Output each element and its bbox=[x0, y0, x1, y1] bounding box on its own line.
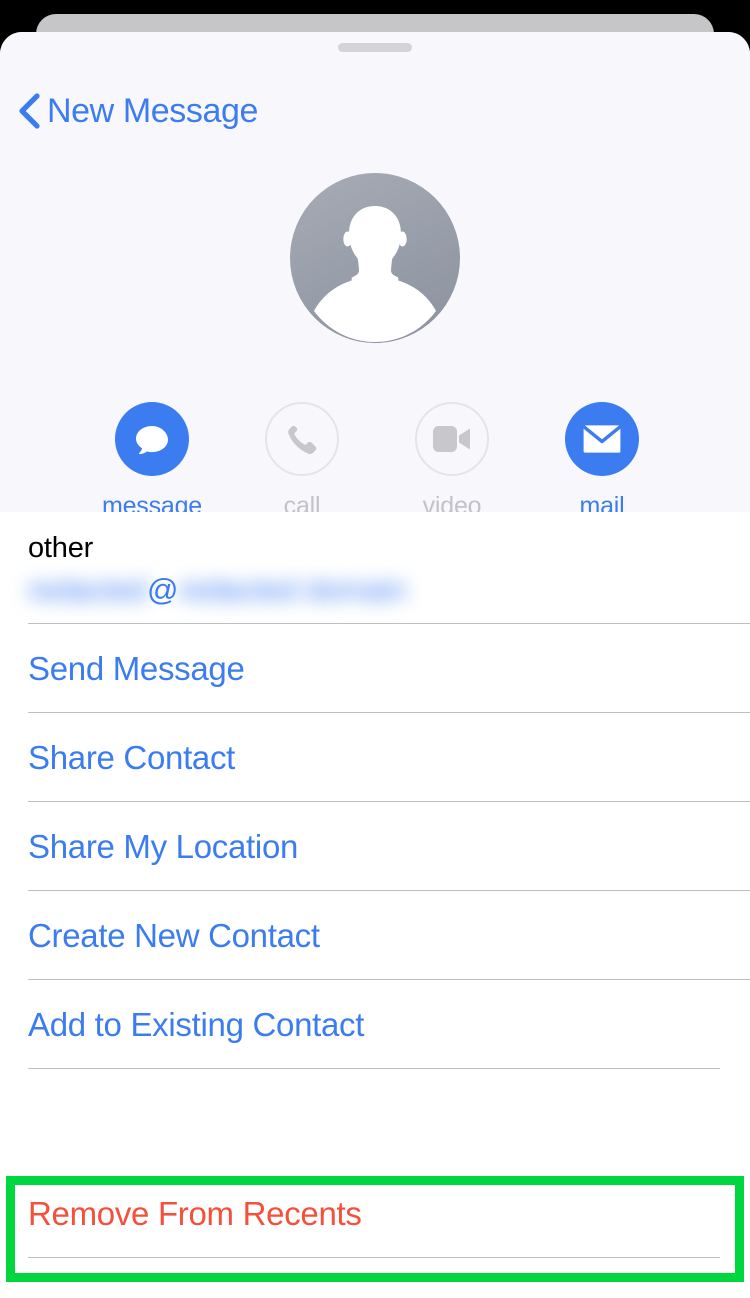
contact-detail-sheet: New Message message call video mail othe… bbox=[0, 32, 750, 1298]
video-camera-icon bbox=[433, 426, 470, 452]
row-remove-from-recents-label: Remove From Recents bbox=[28, 1194, 362, 1232]
contact-header: New Message message call video mail bbox=[0, 60, 750, 520]
email-field-label: other bbox=[28, 532, 94, 564]
back-button[interactable]: New Message bbox=[18, 87, 258, 135]
row-add-to-existing-contact[interactable]: Add to Existing Contact bbox=[0, 979, 750, 1069]
separator bbox=[28, 1256, 720, 1258]
back-button-label: New Message bbox=[47, 92, 259, 130]
row-share-contact[interactable]: Share Contact bbox=[0, 712, 750, 802]
drag-handle[interactable] bbox=[338, 43, 412, 52]
action-call: call bbox=[228, 402, 376, 521]
row-send-message[interactable]: Send Message bbox=[0, 623, 750, 713]
row-share-contact-label: Share Contact bbox=[28, 738, 236, 776]
row-share-my-location-label: Share My Location bbox=[28, 827, 299, 865]
person-placeholder-icon bbox=[314, 206, 436, 342]
email-field-row[interactable]: other redacted @ redacted domain bbox=[0, 512, 750, 624]
separator bbox=[28, 1067, 720, 1069]
action-mail[interactable]: mail bbox=[528, 402, 676, 521]
section-gap bbox=[0, 1068, 750, 1169]
email-at-symbol: @ bbox=[147, 572, 179, 608]
action-video: video bbox=[378, 402, 526, 521]
email-username-redacted: redacted bbox=[28, 572, 148, 608]
row-add-to-existing-contact-label: Add to Existing Contact bbox=[28, 1005, 365, 1043]
sheet-grabber-area[interactable] bbox=[0, 32, 750, 60]
row-create-new-contact-label: Create New Contact bbox=[28, 916, 320, 954]
avatar bbox=[290, 173, 460, 343]
email-field-value[interactable]: redacted @ redacted domain bbox=[28, 572, 722, 608]
envelope-icon bbox=[582, 424, 622, 453]
message-bubble-icon bbox=[136, 426, 168, 455]
action-message-circle bbox=[115, 402, 189, 476]
action-mail-circle bbox=[565, 402, 639, 476]
action-message[interactable]: message bbox=[78, 402, 226, 521]
contact-options-list: other redacted @ redacted domain Send Me… bbox=[0, 512, 750, 1298]
row-create-new-contact[interactable]: Create New Contact bbox=[0, 890, 750, 980]
action-video-circle bbox=[415, 402, 489, 476]
action-call-circle bbox=[265, 402, 339, 476]
row-share-my-location[interactable]: Share My Location bbox=[0, 801, 750, 891]
email-domain-redacted: redacted domain bbox=[178, 572, 407, 608]
row-remove-from-recents[interactable]: Remove From Recents bbox=[0, 1168, 750, 1258]
row-send-message-label: Send Message bbox=[28, 649, 245, 687]
quick-actions-row: message call video mail bbox=[0, 402, 750, 521]
phone-icon bbox=[288, 425, 317, 454]
chevron-left-icon bbox=[19, 93, 40, 129]
